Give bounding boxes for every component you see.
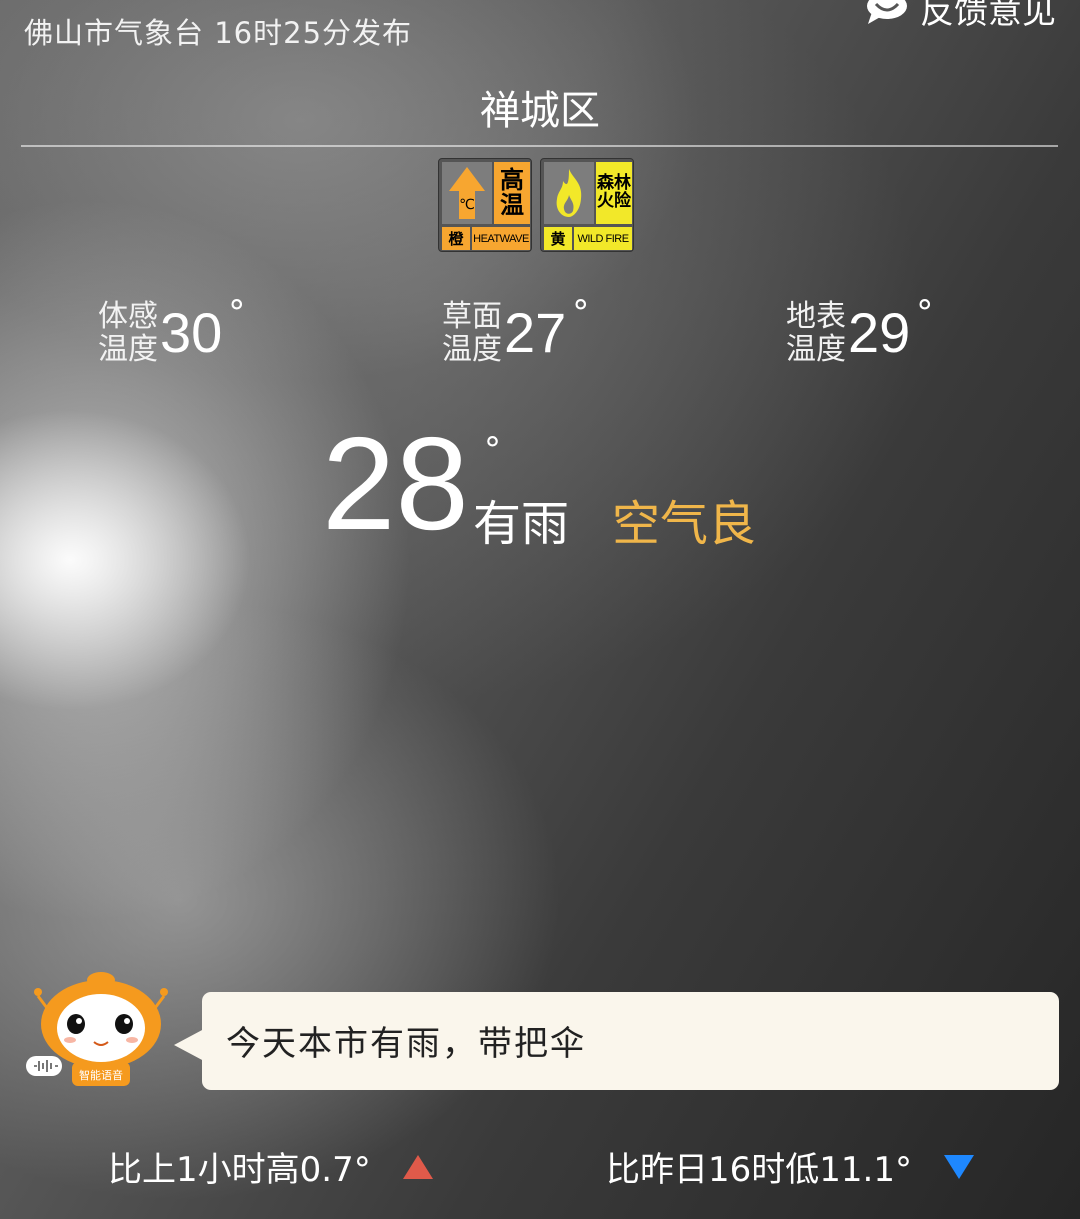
heatwave-warning-icon: ℃ (442, 162, 492, 224)
heatwave-level: 橙 (442, 227, 470, 250)
metric-unit: ° (916, 293, 934, 333)
feedback-icon (867, 0, 907, 24)
current-temperature-unit: ° (484, 430, 501, 470)
wildfire-english: WILD FIRE (574, 227, 632, 250)
metric-label-2: 温度 (98, 332, 158, 367)
grass-temperature: 草面 温度 27 ° (442, 293, 590, 367)
assistant-message: 今天本市有雨，带把伞 (226, 1024, 586, 1064)
metric-value: 30 (160, 301, 223, 364)
feedback-label: 反馈意见 (920, 0, 1056, 32)
ground-temperature: 地表 温度 29 ° (786, 293, 934, 367)
metric-label-1: 草面 (442, 299, 502, 334)
feedback-button[interactable]: 反馈意见 (864, 0, 1056, 33)
weather-description: 有雨 (473, 496, 570, 552)
wildfire-level: 黄 (544, 227, 572, 250)
metric-unit: ° (572, 293, 590, 333)
metric-label-1: 地表 (786, 299, 846, 334)
current-temperature: 28 (322, 410, 469, 557)
yesterday-comparison: 比昨日16时低11.1° (606, 1142, 976, 1191)
wildfire-title-2: 火险 (597, 191, 631, 211)
metric-value: 27 (504, 301, 567, 364)
speech-bubble-tail (174, 1029, 204, 1061)
heatwave-symbol: ℃ (459, 197, 475, 213)
metric-value: 29 (848, 301, 911, 364)
assistant-label: 智能语音 (79, 1068, 123, 1082)
metric-label-2: 温度 (786, 332, 846, 367)
air-quality-link[interactable]: 空气良 (612, 484, 756, 554)
wildfire-warning-badge[interactable]: 森林 火险 黄 WILD FIRE (540, 158, 634, 252)
robot-assistant-icon[interactable]: 智能语音 (26, 968, 176, 1092)
warning-list: ℃ 高 温 橙 HEATWAVE 森林 火险 黄 WILD FIRE (438, 158, 634, 252)
metric-label-1: 体感 (98, 299, 158, 334)
hourly-comparison-text: 比上1小时高0.7° (108, 1150, 371, 1190)
divider (21, 145, 1058, 147)
publish-info: 佛山市气象台 16时25分发布 (24, 16, 413, 50)
heatwave-warning-badge[interactable]: ℃ 高 温 橙 HEATWAVE (438, 158, 532, 252)
hourly-comparison: 比上1小时高0.7° (108, 1142, 435, 1191)
wildfire-warning-icon (544, 162, 594, 224)
feels-like-temperature: 体感 温度 30 ° (98, 293, 246, 367)
heatwave-english: HEATWAVE (472, 227, 530, 250)
yesterday-comparison-text: 比昨日16时低11.1° (606, 1150, 912, 1190)
up-arrow-icon (402, 1154, 433, 1179)
metric-unit: ° (228, 293, 246, 333)
down-arrow-icon (943, 1154, 974, 1179)
location-title[interactable]: 禅城区 (0, 78, 1080, 136)
heatwave-title-2: 温 (500, 191, 524, 219)
metric-label-2: 温度 (442, 332, 502, 367)
heatwave-title-1: 高 (500, 165, 524, 194)
